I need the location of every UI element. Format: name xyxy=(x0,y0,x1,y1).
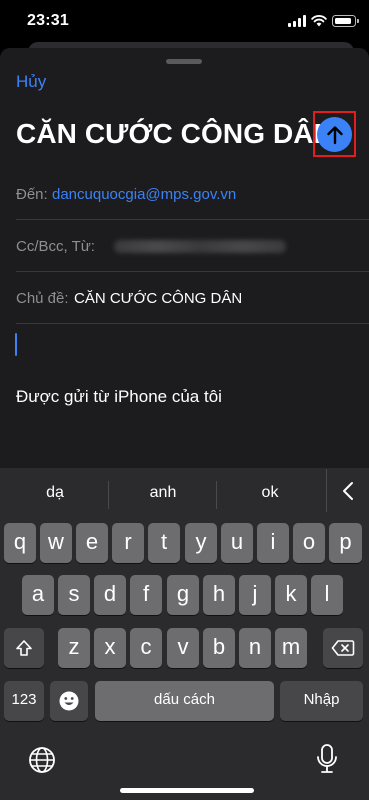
key-e[interactable]: e xyxy=(76,523,108,563)
key-k[interactable]: k xyxy=(275,575,307,615)
chevron-left-icon xyxy=(343,481,353,500)
key-b[interactable]: b xyxy=(203,628,235,668)
subject-field[interactable]: Chủ đề: CĂN CƯỚC CÔNG DÂN xyxy=(16,272,369,324)
key-w[interactable]: w xyxy=(40,523,72,563)
suggestion-1[interactable]: dạ xyxy=(5,484,105,502)
key-a[interactable]: a xyxy=(22,575,54,615)
subject-input[interactable]: CĂN CƯỚC CÔNG DÂN xyxy=(74,290,242,307)
key-y[interactable]: y xyxy=(185,523,217,563)
key-h[interactable]: h xyxy=(203,575,235,615)
status-time: 23:31 xyxy=(27,12,69,29)
key-j[interactable]: j xyxy=(239,575,271,615)
key-t[interactable]: t xyxy=(148,523,180,563)
email-signature[interactable]: Được gửi từ iPhone của tôi xyxy=(16,387,222,407)
suggestion-divider xyxy=(216,481,217,509)
shift-key[interactable] xyxy=(4,628,44,668)
cc-bcc-field[interactable]: Cc/Bcc, Từ: xyxy=(16,220,369,272)
send-button[interactable] xyxy=(317,117,352,152)
text-cursor xyxy=(15,333,17,356)
home-indicator[interactable] xyxy=(120,788,254,793)
space-key[interactable]: dấu cách xyxy=(95,681,274,721)
shift-icon xyxy=(16,640,32,656)
backspace-icon xyxy=(331,640,355,656)
cellular-signal-icon xyxy=(288,15,306,27)
cancel-button[interactable]: Hủy xyxy=(16,72,46,92)
return-key[interactable]: Nhập xyxy=(280,681,363,721)
numbers-key[interactable]: 123 xyxy=(4,681,44,721)
key-n[interactable]: n xyxy=(239,628,271,668)
globe-icon[interactable] xyxy=(28,746,56,774)
key-d[interactable]: d xyxy=(94,575,126,615)
redacted-sender xyxy=(114,240,286,253)
key-q[interactable]: q xyxy=(4,523,36,563)
microphone-icon[interactable] xyxy=(316,744,338,774)
to-label: Đến: xyxy=(16,186,48,203)
backspace-key[interactable] xyxy=(323,628,363,668)
key-s[interactable]: s xyxy=(58,575,90,615)
collapse-suggestions-button[interactable] xyxy=(326,469,369,512)
cc-bcc-label: Cc/Bcc, Từ: xyxy=(16,238,95,255)
emoji-icon xyxy=(59,691,79,711)
key-l[interactable]: l xyxy=(311,575,343,615)
suggestion-bar: dạ anh ok xyxy=(0,468,369,514)
to-recipient[interactable]: dancuquocgia@mps.gov.vn xyxy=(52,186,236,203)
battery-icon xyxy=(332,15,359,27)
sheet-grabber[interactable] xyxy=(166,59,202,64)
compose-title: CĂN CƯỚC CÔNG DÂN xyxy=(16,118,334,149)
key-f[interactable]: f xyxy=(130,575,162,615)
key-v[interactable]: v xyxy=(167,628,199,668)
wifi-icon xyxy=(311,15,327,27)
suggestion-2[interactable]: anh xyxy=(113,484,213,502)
key-r[interactable]: r xyxy=(112,523,144,563)
status-bar: 23:31 xyxy=(0,0,369,44)
suggestion-divider xyxy=(108,481,109,509)
arrow-up-icon xyxy=(326,125,343,144)
key-m[interactable]: m xyxy=(275,628,307,668)
key-i[interactable]: i xyxy=(257,523,289,563)
to-field[interactable]: Đến: dancuquocgia@mps.gov.vn xyxy=(16,168,369,220)
suggestion-3[interactable]: ok xyxy=(220,484,320,502)
subject-label: Chủ đề: xyxy=(16,290,69,307)
key-p[interactable]: p xyxy=(329,523,362,563)
key-o[interactable]: o xyxy=(293,523,325,563)
key-z[interactable]: z xyxy=(58,628,90,668)
key-x[interactable]: x xyxy=(94,628,126,668)
key-g[interactable]: g xyxy=(167,575,199,615)
key-u[interactable]: u xyxy=(221,523,253,563)
key-c[interactable]: c xyxy=(130,628,162,668)
emoji-key[interactable] xyxy=(50,681,88,721)
